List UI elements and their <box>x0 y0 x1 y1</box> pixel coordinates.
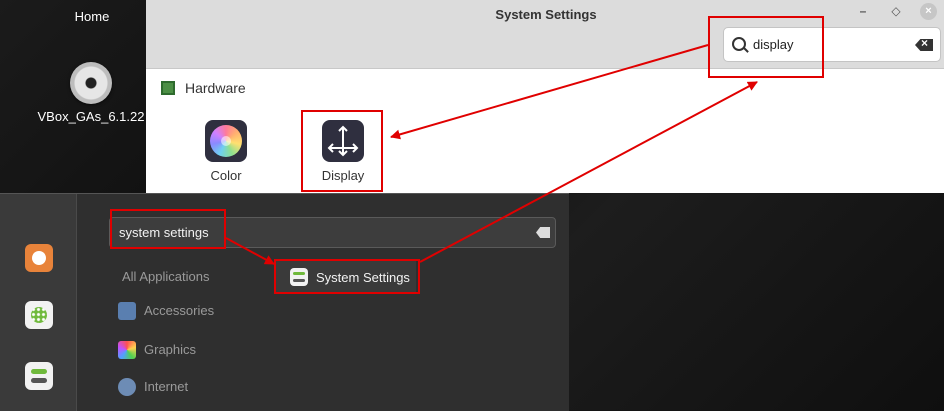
arrow-result-to-settings-search <box>419 81 758 263</box>
annotation-arrows <box>225 44 758 265</box>
arrow-search-to-display <box>390 44 709 140</box>
arrow-menu-search-to-result <box>225 237 275 265</box>
